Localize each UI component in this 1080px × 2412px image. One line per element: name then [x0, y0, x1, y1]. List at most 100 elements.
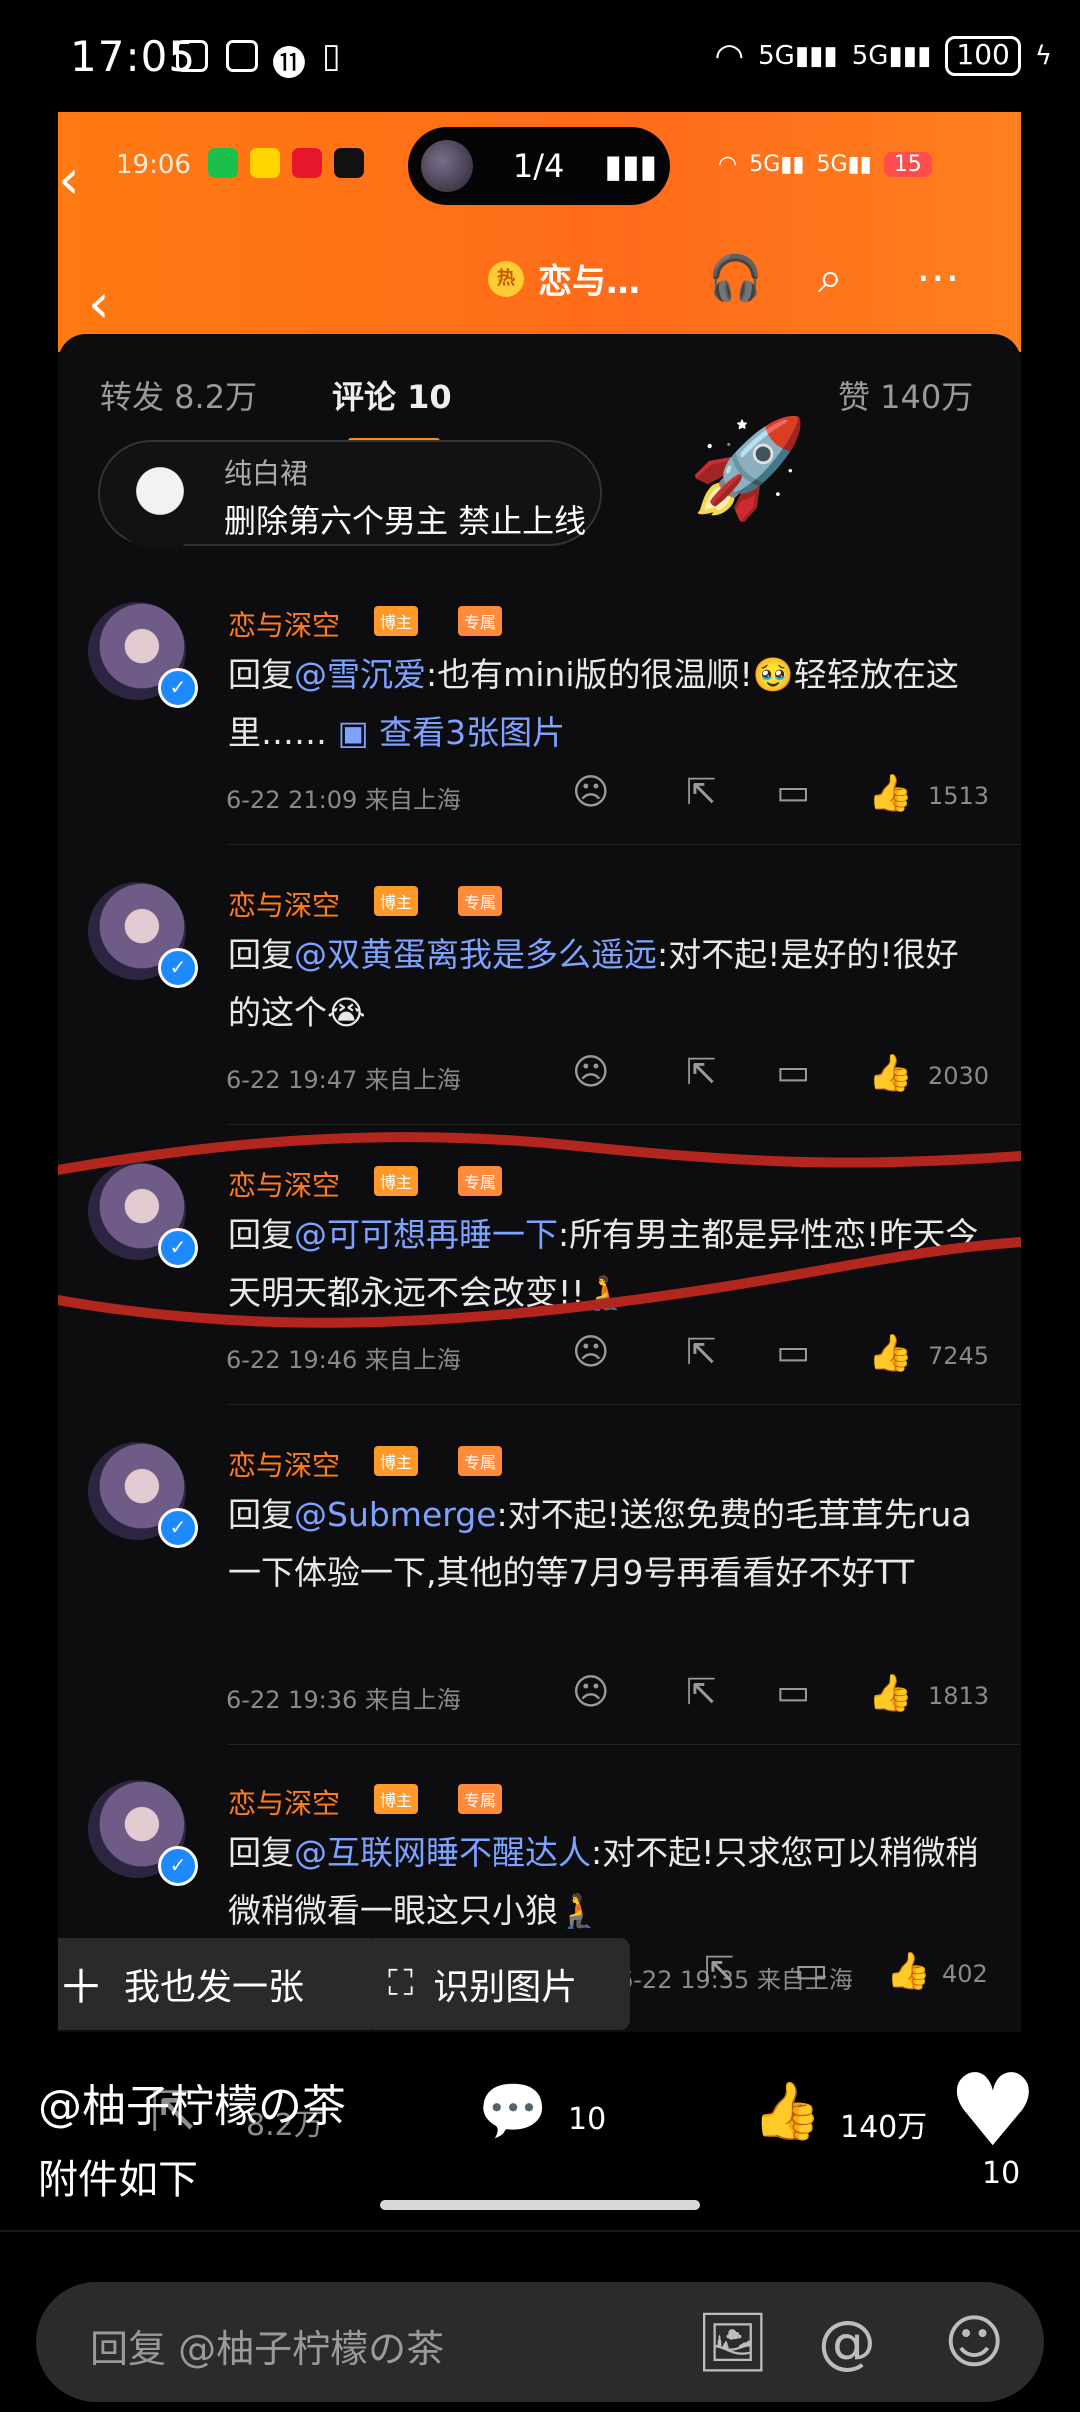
inner-time: 19:06 — [116, 150, 191, 180]
title-text: 恋与… — [538, 262, 640, 302]
reply-icon[interactable]: ▭ — [776, 1332, 810, 1373]
more-icon[interactable]: ⋯ — [916, 252, 960, 303]
reply-icon[interactable]: ▭ — [776, 1672, 810, 1713]
like-count: 402 — [942, 1960, 988, 1988]
status-right: ◠ 5G▮▮▮ 5G▮▮▮ 100 ϟ — [714, 36, 1052, 76]
comment-meta: 6-22 19:46 来自上海 — [226, 1346, 461, 1374]
mention-link[interactable]: @互联网睡不醒达人 — [294, 1833, 591, 1872]
comment-count: 10 — [568, 2102, 607, 2137]
verified-icon: ✓ — [158, 1228, 198, 1268]
like-icon[interactable]: 👍 — [868, 1672, 913, 1714]
mention-link[interactable]: @雪沉爱 — [294, 655, 426, 694]
embedded-screenshot: ‹ 19:06 1/4 ▮▮▮ ◠ 5G▮▮ 5G▮▮ 15 ‹ 热 恋与… 🎧… — [58, 112, 1021, 2032]
share-icon[interactable]: ⇱ — [686, 1332, 716, 1373]
post-author[interactable]: @柚子柠檬の茶 — [38, 2070, 346, 2134]
blogger-badge: 博主 — [374, 886, 419, 916]
gesture-bar — [380, 2200, 700, 2210]
divider — [228, 1124, 1021, 1125]
reply-prefix: 回复 — [228, 935, 294, 974]
headphones-icon: 🎧 — [708, 253, 763, 304]
mention-link[interactable]: @Submerge — [294, 1495, 497, 1534]
post-caption: 附件如下 — [38, 2157, 198, 2203]
comment-item: ✓ 恋与深空 博主 专属 回复@雪沉爱:也有mini版的很温顺!🥹轻轻放在这里…… — [58, 602, 1021, 880]
commenter-name[interactable]: 恋与深空 — [228, 1164, 340, 1204]
dislike-icon[interactable]: ☹ — [572, 1332, 610, 1373]
wifi-icon: ◠ — [718, 152, 738, 177]
commenter-name[interactable]: 恋与深空 — [228, 604, 340, 644]
commenter-name[interactable]: 恋与深空 — [228, 884, 340, 924]
mention-link[interactable]: @可可想再睡一下 — [294, 1215, 558, 1254]
commenter-name[interactable]: 恋与深空 — [228, 1782, 340, 1822]
share-icon[interactable]: ⇱ — [686, 772, 716, 813]
exclusive-badge: 专属 — [458, 886, 503, 916]
avatar — [110, 451, 210, 551]
comment-item: ✓ 恋与深空 博主 专属 回复@双黄蛋离我是多么遥远:对不起!是好的!很好的这个… — [58, 882, 1021, 1160]
reply-prefix: 回复 — [228, 1495, 294, 1534]
like-icon[interactable]: 👍 — [868, 1332, 913, 1374]
emoji-icon[interactable]: ☺ — [944, 2308, 1004, 2376]
divider — [228, 1744, 1021, 1745]
reply-icon[interactable]: ▭ — [776, 1052, 810, 1093]
tab-repost[interactable]: 转发 8.2万 — [100, 372, 257, 418]
comment-icon[interactable]: 💬 — [478, 2078, 548, 2144]
share-icon[interactable]: ⇱ — [686, 1672, 716, 1713]
verified-icon: ✓ — [158, 948, 198, 988]
comment-text: 回复@Submerge:对不起!送您免费的毛茸茸先rua一下体验一下,其他的等7… — [228, 1486, 988, 1602]
identify-image-button[interactable]: ⛶ 识别图片 — [366, 1938, 630, 2030]
search-icon[interactable]: ⌕ — [818, 252, 843, 303]
comment-text: 回复@双黄蛋离我是多么遥远:对不起!是好的!很好的这个😭 — [228, 926, 988, 1042]
reply-prefix: 回复 — [228, 655, 294, 694]
image-icon[interactable]: 🖼 — [696, 2308, 770, 2377]
commenter-name[interactable]: 恋与深空 — [228, 1444, 340, 1484]
divider — [228, 844, 1021, 845]
blogger-badge: 博主 — [374, 1446, 419, 1476]
like-icon[interactable]: 👍 — [752, 2078, 822, 2144]
app-notification-icon — [176, 40, 208, 72]
at-icon[interactable]: @ — [818, 2308, 876, 2376]
post-one-label: 我也发一张 — [124, 1967, 305, 2008]
reply-icon[interactable]: ▭ — [794, 1950, 828, 1991]
view-images-link[interactable]: ▣ 查看3张图片 — [338, 713, 566, 752]
verified-icon: ✓ — [158, 668, 198, 708]
page-title: 热 恋与… — [488, 254, 640, 303]
share-icon[interactable]: ⇱ — [686, 1052, 716, 1093]
media-pill[interactable]: 1/4 ▮▮▮ — [408, 127, 670, 205]
mention-link[interactable]: @双黄蛋离我是多么遥远 — [294, 935, 657, 974]
signal-icon-2: 5G▮▮ — [816, 152, 872, 177]
signal-5g-icon-2: 5G▮▮▮ — [851, 41, 932, 71]
verified-icon: ✓ — [158, 1508, 198, 1548]
battery-indicator: 100 — [945, 36, 1021, 76]
like-icon[interactable]: 👍 — [886, 1950, 931, 1992]
like-icon[interactable]: 👍 — [868, 772, 913, 814]
post-one-button[interactable]: ＋ 我也发一张 — [58, 1938, 378, 2030]
blogger-badge: 博主 — [374, 1784, 419, 1814]
listen-button[interactable]: 🎧 — [708, 252, 763, 304]
dislike-icon[interactable]: ☹ — [572, 772, 610, 813]
comment-meta: 6-22 21:09 来自上海 — [226, 786, 461, 814]
tab-likes[interactable]: 赞 140万 — [838, 372, 973, 418]
comment-item: ✓ 恋与深空 博主 专属 回复@可可想再睡一下:所有男主都是异性恋!昨天今天明天… — [58, 1162, 1021, 1440]
floating-notice: 纯白裙 删除第六个男主 禁止上线 — [100, 442, 600, 551]
exclusive-badge: 专属 — [458, 1166, 503, 1196]
identify-image-label: 识别图片 — [433, 1967, 578, 2008]
back-icon[interactable]: ‹ — [88, 272, 110, 335]
heart-icon[interactable]: ♥ — [948, 2052, 1038, 2169]
pager-indicator: 1/4 — [512, 147, 565, 185]
dislike-icon[interactable]: ☹ — [572, 1672, 610, 1713]
wechat-icon — [208, 148, 238, 178]
share-icon[interactable]: ⇱ — [704, 1950, 734, 1991]
tab-comments[interactable]: 评论 10 — [332, 372, 452, 418]
nfc-icon: ⓫ — [272, 44, 306, 84]
inner-back-icon[interactable]: ‹ — [58, 148, 80, 211]
comment-meta: 6-22 19:36 来自上海 — [226, 1686, 461, 1714]
reply-prefix: 回复 — [228, 1215, 294, 1254]
like-icon[interactable]: 👍 — [868, 1052, 913, 1094]
like-count: 7245 — [928, 1342, 990, 1370]
dislike-icon[interactable]: ☹ — [572, 1052, 610, 1093]
inner-status-right: ◠ 5G▮▮ 5G▮▮ 15 — [718, 152, 932, 177]
weibo-icon — [292, 148, 322, 178]
hot-icon: 热 — [488, 260, 524, 297]
reply-input[interactable]: 回复 @柚子柠檬の茶 🖼 @ ☺ — [36, 2282, 1044, 2402]
reply-icon[interactable]: ▭ — [776, 772, 810, 813]
inner-header: ‹ 19:06 1/4 ▮▮▮ ◠ 5G▮▮ 5G▮▮ 15 ‹ 热 恋与… 🎧… — [58, 112, 1021, 352]
